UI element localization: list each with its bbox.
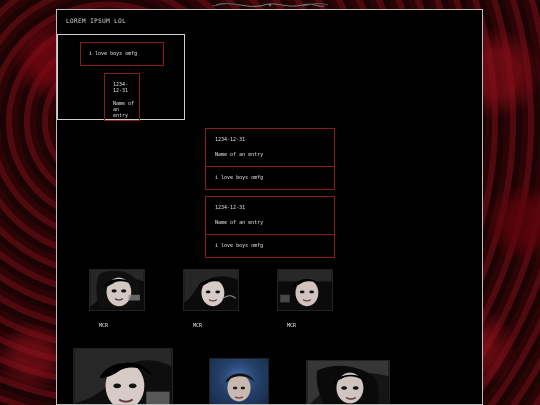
gallery-caption: MCR bbox=[193, 323, 203, 329]
top-box-mini-entry: 1234-12-31 Name of an entry bbox=[104, 73, 140, 121]
entry-title: Name of an entry bbox=[215, 152, 264, 158]
entry-card-header: 1234-12-31 Name of an entry bbox=[206, 197, 334, 235]
main-panel: LOREM IPSUM LOL i love boys omfg 1234-12… bbox=[56, 9, 483, 405]
entry-card: 1234-12-31 Name of an entry i love boys … bbox=[205, 196, 335, 258]
gallery-caption: MCR bbox=[287, 323, 297, 329]
portrait-icon bbox=[74, 349, 172, 404]
gallery-thumb[interactable] bbox=[89, 269, 145, 311]
gallery-thumb[interactable] bbox=[277, 269, 333, 311]
bottom-photo bbox=[73, 348, 173, 404]
entry-card: 1234-12-31 Name of an entry i love boys … bbox=[205, 128, 335, 190]
top-box-mini-entry-name: Name of an entry bbox=[113, 101, 135, 119]
gallery-caption: MCR bbox=[99, 323, 109, 329]
top-box: i love boys omfg 1234-12-31 Name of an e… bbox=[57, 34, 185, 121]
portrait-icon bbox=[210, 359, 268, 404]
entry-title: Name of an entry bbox=[215, 220, 264, 226]
entry-body: i love boys omfg bbox=[215, 175, 264, 181]
portrait-icon bbox=[307, 361, 389, 404]
entry-date: 1234-12-31 bbox=[215, 205, 246, 211]
top-box-mini-entry-date: 1234-12-31 bbox=[113, 82, 129, 94]
gallery-thumb[interactable] bbox=[183, 269, 239, 311]
entry-date: 1234-12-31 bbox=[215, 137, 246, 143]
bottom-photo bbox=[306, 360, 390, 404]
portrait-icon bbox=[90, 270, 144, 310]
top-box-card-text: i love boys omfg bbox=[89, 51, 138, 57]
top-ornament-icon bbox=[211, 2, 329, 7]
entry-card-header: 1234-12-31 Name of an entry bbox=[206, 129, 334, 167]
portrait-icon bbox=[184, 270, 238, 310]
entry-body: i love boys omfg bbox=[215, 243, 264, 249]
top-box-card: i love boys omfg bbox=[80, 42, 164, 66]
portrait-icon bbox=[278, 270, 332, 310]
site-title: LOREM IPSUM LOL bbox=[66, 18, 127, 25]
bottom-photo bbox=[209, 358, 269, 404]
